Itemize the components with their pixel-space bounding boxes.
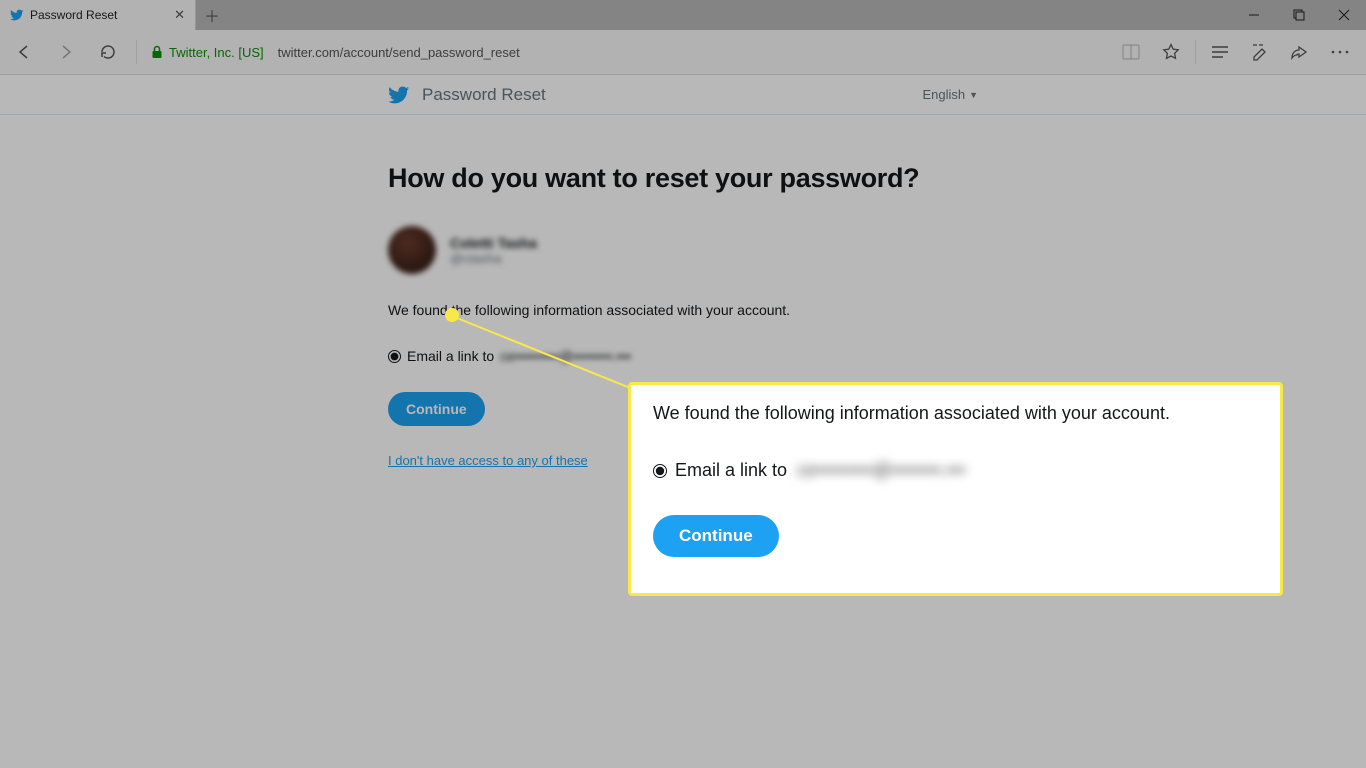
forward-button[interactable] bbox=[48, 34, 84, 70]
close-window-button[interactable] bbox=[1321, 0, 1366, 30]
browser-tab[interactable]: Password Reset ✕ bbox=[0, 0, 196, 30]
no-access-link[interactable]: I don't have access to any of these bbox=[388, 453, 588, 468]
back-button[interactable] bbox=[6, 34, 42, 70]
callout-email-radio[interactable] bbox=[653, 464, 667, 478]
address-bar: Twitter, Inc. [US] twitter.com/account/s… bbox=[0, 30, 1366, 75]
maximize-button[interactable] bbox=[1276, 0, 1321, 30]
callout-found-text: We found the following information assoc… bbox=[653, 403, 1258, 424]
user-display-name: Coletti Tasha bbox=[450, 235, 537, 251]
minimize-button[interactable] bbox=[1231, 0, 1276, 30]
email-link-option[interactable]: Email a link to ce•••••••••@••••••••.••• bbox=[388, 348, 978, 364]
email-link-label: Email a link to bbox=[407, 348, 494, 364]
twitter-favicon-icon bbox=[10, 8, 24, 22]
share-icon[interactable] bbox=[1280, 34, 1320, 70]
reading-view-icon[interactable] bbox=[1111, 34, 1151, 70]
more-icon[interactable] bbox=[1320, 34, 1360, 70]
separator bbox=[1195, 40, 1196, 64]
tab-title: Password Reset bbox=[30, 8, 117, 22]
chevron-down-icon: ▼ bbox=[969, 90, 978, 100]
callout-email-option[interactable]: Email a link to ce•••••••••@••••••••.••• bbox=[653, 460, 1258, 481]
callout-continue-button[interactable]: Continue bbox=[653, 515, 779, 557]
callout-masked-email: ce•••••••••@••••••••.••• bbox=[795, 460, 965, 481]
separator bbox=[136, 40, 137, 64]
email-link-radio[interactable] bbox=[388, 350, 401, 363]
user-handle: @ctasha bbox=[450, 251, 537, 266]
page-title: Password Reset bbox=[422, 85, 546, 105]
found-info-text: We found the following information assoc… bbox=[388, 302, 978, 318]
page-heading: How do you want to reset your password? bbox=[388, 163, 978, 194]
toolbar-right bbox=[1111, 34, 1360, 70]
lock-icon bbox=[151, 45, 163, 59]
continue-button[interactable]: Continue bbox=[388, 392, 485, 426]
notes-icon[interactable] bbox=[1240, 34, 1280, 70]
callout-email-label: Email a link to bbox=[675, 460, 787, 481]
site-header: Password Reset English ▼ bbox=[0, 75, 1366, 115]
refresh-button[interactable] bbox=[90, 34, 126, 70]
language-label: English bbox=[922, 87, 965, 102]
hub-icon[interactable] bbox=[1200, 34, 1240, 70]
site-identity[interactable]: Twitter, Inc. [US] bbox=[147, 45, 264, 60]
new-tab-button[interactable]: ＋ bbox=[196, 0, 228, 30]
tab-close-icon[interactable]: ✕ bbox=[174, 7, 185, 23]
url-text[interactable]: twitter.com/account/send_password_reset bbox=[278, 45, 520, 60]
annotation-callout: We found the following information assoc… bbox=[628, 382, 1283, 596]
annotation-dot bbox=[445, 308, 459, 322]
cert-label: Twitter, Inc. [US] bbox=[169, 45, 264, 60]
user-row: Coletti Tasha @ctasha bbox=[388, 226, 978, 274]
language-selector[interactable]: English ▼ bbox=[922, 87, 978, 102]
avatar bbox=[388, 226, 436, 274]
twitter-logo-icon bbox=[388, 84, 410, 106]
favorites-star-icon[interactable] bbox=[1151, 34, 1191, 70]
window-controls bbox=[1231, 0, 1366, 30]
browser-tab-bar: Password Reset ✕ ＋ bbox=[0, 0, 1366, 30]
